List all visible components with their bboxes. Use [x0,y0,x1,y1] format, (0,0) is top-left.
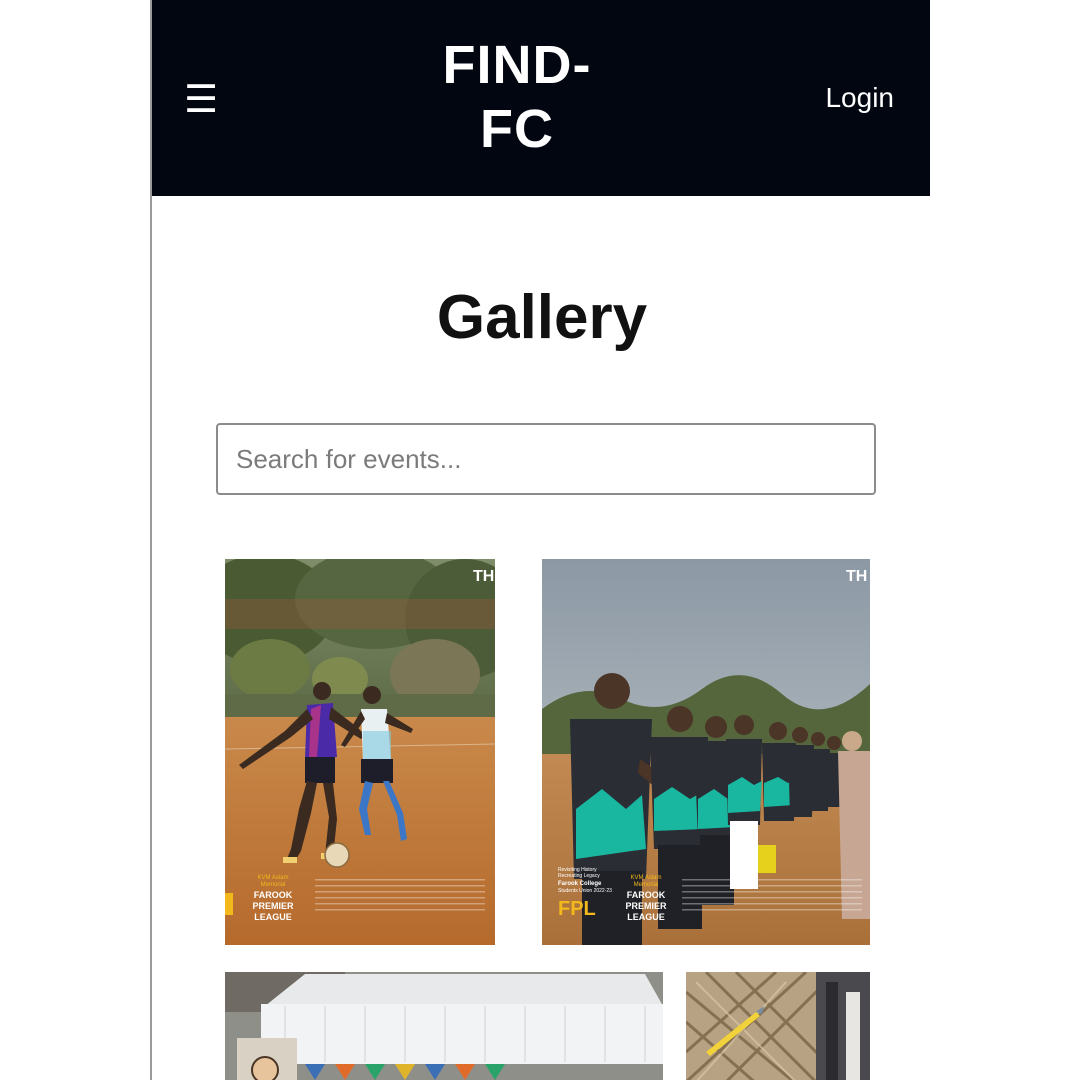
gallery-image-card[interactable] [686,972,870,1080]
league-text-line2: PREMIER [252,901,294,911]
memorial-text-line2: Memorial [261,882,286,888]
union-name: Students Union 2022-23 [558,888,612,894]
league-text-line3: LEAGUE [254,912,292,922]
hamburger-menu-icon[interactable]: ☰ [184,77,218,121]
search-input[interactable] [216,423,876,495]
gallery-image-card[interactable]: TH KVM Aslam Memorial FAROOK PREMIER LEA… [225,559,495,945]
league-text-line2: PREMIER [625,901,667,911]
gallery-photo-team-lineup: TH Revisiting History Recreating Legacy … [542,559,870,945]
memorial-text-line1: KVM Aslam [630,875,661,881]
login-link[interactable]: Login [825,78,894,118]
memorial-text-line2: Memorial [634,882,659,888]
gallery-image-card[interactable]: TH Revisiting History Recreating Legacy … [542,559,870,945]
college-name: Farook College [558,881,602,887]
browser-viewport: ☰ FIND- FC Login Gallery Search for even… [150,0,930,1080]
photo-watermark-logo: TH [846,568,867,585]
page-title: Gallery [436,283,648,352]
gallery-photo-football-match: TH KVM Aslam Memorial FAROOK PREMIER LEA… [225,559,495,945]
gallery-photo-event-tent [225,972,663,1080]
gallery-image-card[interactable] [225,972,663,1080]
league-text-line1: FAROOK [627,890,666,900]
tagline-line2: Recreating Legacy [558,873,600,879]
league-text-line3: LEAGUE [627,912,665,922]
fpl-logo-text: FPL [558,898,596,920]
league-text-line1: FAROOK [254,890,293,900]
photo-watermark-logo: TH [473,568,494,585]
logo-text: FIND- FC [442,35,592,159]
navbar: ☰ FIND- FC Login [152,0,930,196]
gallery-photo-bamboo-craft [686,972,870,1080]
memorial-text-line1: KVM Aslam [257,875,288,881]
site-logo[interactable]: FIND- FC [417,33,617,161]
